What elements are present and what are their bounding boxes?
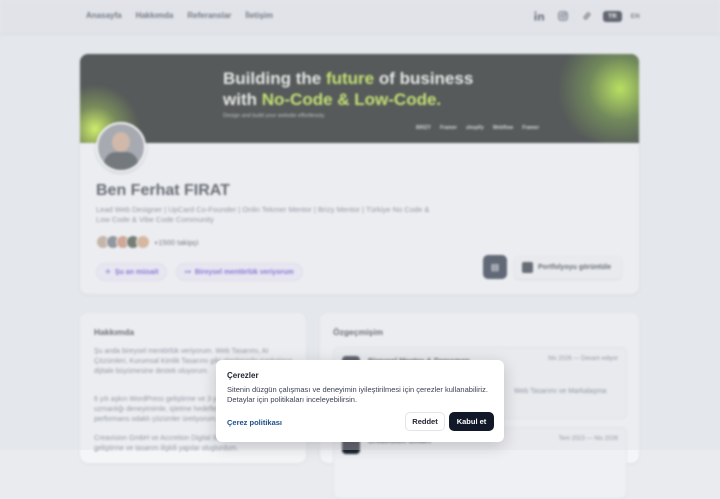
cookie-text: Sitenin düzgün çalışması ve deneyimin iy… xyxy=(227,385,488,404)
cookie-policy-link[interactable]: Çerez politikası xyxy=(227,418,282,427)
cookie-title: Çerezler xyxy=(227,371,259,380)
cookie-banner: Çerezler Sitenin düzgün çalışması ve den… xyxy=(216,360,504,442)
reject-button[interactable]: Reddet xyxy=(405,412,445,431)
accept-button[interactable]: Kabul et xyxy=(449,412,494,431)
